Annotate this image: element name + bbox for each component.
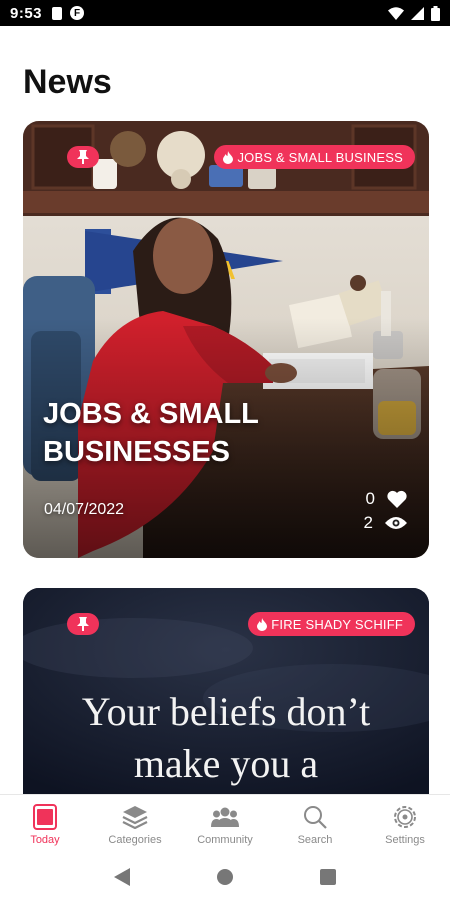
- flame-icon: [223, 150, 234, 164]
- status-left-icons: F: [52, 6, 85, 20]
- heart-icon: [387, 490, 407, 508]
- nav-label: Settings: [385, 833, 425, 846]
- nav-community[interactable]: Community: [180, 795, 270, 854]
- nav-label: Today: [30, 833, 60, 846]
- page-title: News: [23, 63, 112, 101]
- category-label: FIRE SHADY SCHIFF: [271, 616, 403, 632]
- pin-icon: [77, 150, 89, 164]
- category-chip[interactable]: FIRE SHADY SCHIFF: [248, 612, 415, 636]
- nav-categories[interactable]: Categories: [90, 795, 180, 854]
- cellular-signal-icon: [411, 6, 424, 20]
- likes-count: 0: [365, 489, 375, 508]
- layers-icon: [122, 805, 148, 829]
- views-stat: 2: [364, 511, 407, 535]
- system-navigation-bar: [0, 854, 450, 900]
- eye-icon: [385, 517, 407, 529]
- nav-search[interactable]: Search: [270, 795, 360, 854]
- recents-icon[interactable]: [320, 869, 337, 885]
- category-chip[interactable]: JOBS & SMALL BUSINESS: [214, 145, 415, 169]
- pinned-badge: [67, 613, 99, 635]
- sim-card-icon: [52, 6, 63, 20]
- battery-icon: [431, 5, 440, 21]
- news-screen: 9:53 F News JOBS & SMALL BUSINESS JOBS &…: [0, 0, 450, 900]
- category-label: JOBS & SMALL BUSINESS: [237, 149, 403, 165]
- nav-label: Community: [197, 833, 253, 846]
- quote-line: make you a: [133, 741, 319, 786]
- home-icon[interactable]: [216, 869, 233, 885]
- bottom-navigation: Today Categories Community Search Settin…: [0, 794, 450, 854]
- nav-label: Search: [297, 833, 333, 846]
- pinned-badge: [67, 146, 99, 168]
- status-bar: 9:53 F: [0, 0, 450, 26]
- people-icon: [211, 807, 239, 827]
- likes-stat[interactable]: 0: [364, 487, 407, 511]
- article-title: JOBS & SMALL BUSINESSES: [43, 398, 259, 468]
- wifi-icon: [388, 6, 404, 20]
- pin-icon: [77, 617, 89, 631]
- flame-icon: [257, 617, 268, 631]
- nav-today[interactable]: Today: [0, 795, 90, 854]
- search-icon: [304, 805, 327, 829]
- back-icon[interactable]: [113, 868, 130, 886]
- app-notification-icon: F: [70, 6, 85, 20]
- nav-settings[interactable]: Settings: [360, 795, 450, 854]
- news-card[interactable]: FIRE SHADY SCHIFF Your beliefs don’t mak…: [23, 588, 429, 794]
- views-count: 2: [363, 513, 373, 532]
- card-tags: FIRE SHADY SCHIFF: [67, 612, 415, 636]
- today-icon: [33, 803, 57, 830]
- news-card[interactable]: LA: [23, 121, 429, 558]
- status-time: 9:53: [10, 4, 43, 22]
- card-tags: JOBS & SMALL BUSINESS: [67, 145, 415, 169]
- quote-line: Your beliefs don’t: [81, 689, 371, 734]
- nav-label: Categories: [108, 833, 162, 846]
- article-stats: 0 2: [364, 487, 407, 535]
- gear-icon: [394, 805, 416, 828]
- status-right-icons: [388, 5, 440, 21]
- article-date: 04/07/2022: [44, 501, 125, 518]
